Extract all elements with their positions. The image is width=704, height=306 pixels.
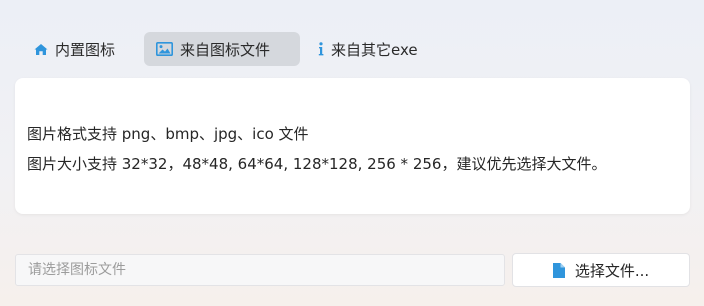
- tab-label: 内置图标: [55, 40, 116, 59]
- icon-file-path-input[interactable]: [15, 254, 505, 286]
- tab-builtin-icons[interactable]: 内置图标: [22, 32, 144, 66]
- choose-file-label: 选择文件...: [574, 261, 650, 280]
- file-icon: [552, 262, 565, 278]
- info-icon: [318, 42, 324, 56]
- tab-bar: 内置图标 来自图标文件 来自其它exe: [22, 32, 434, 66]
- size-support-text: 图片大小支持 32*32，48*48, 64*64, 128*128, 256 …: [27, 155, 607, 173]
- tab-from-icon-file[interactable]: 来自图标文件: [144, 32, 300, 66]
- home-icon: [34, 43, 48, 56]
- format-support-text: 图片格式支持 png、bmp、jpg、ico 文件: [27, 125, 309, 143]
- tab-from-other-exe[interactable]: 来自其它exe: [306, 32, 434, 66]
- tab-label: 来自图标文件: [180, 40, 271, 59]
- tab-label: 来自其它exe: [331, 40, 418, 59]
- info-card: 图片格式支持 png、bmp、jpg、ico 文件 图片大小支持 32*32，4…: [15, 78, 690, 214]
- image-icon: [156, 42, 173, 56]
- choose-file-button[interactable]: 选择文件...: [512, 253, 690, 287]
